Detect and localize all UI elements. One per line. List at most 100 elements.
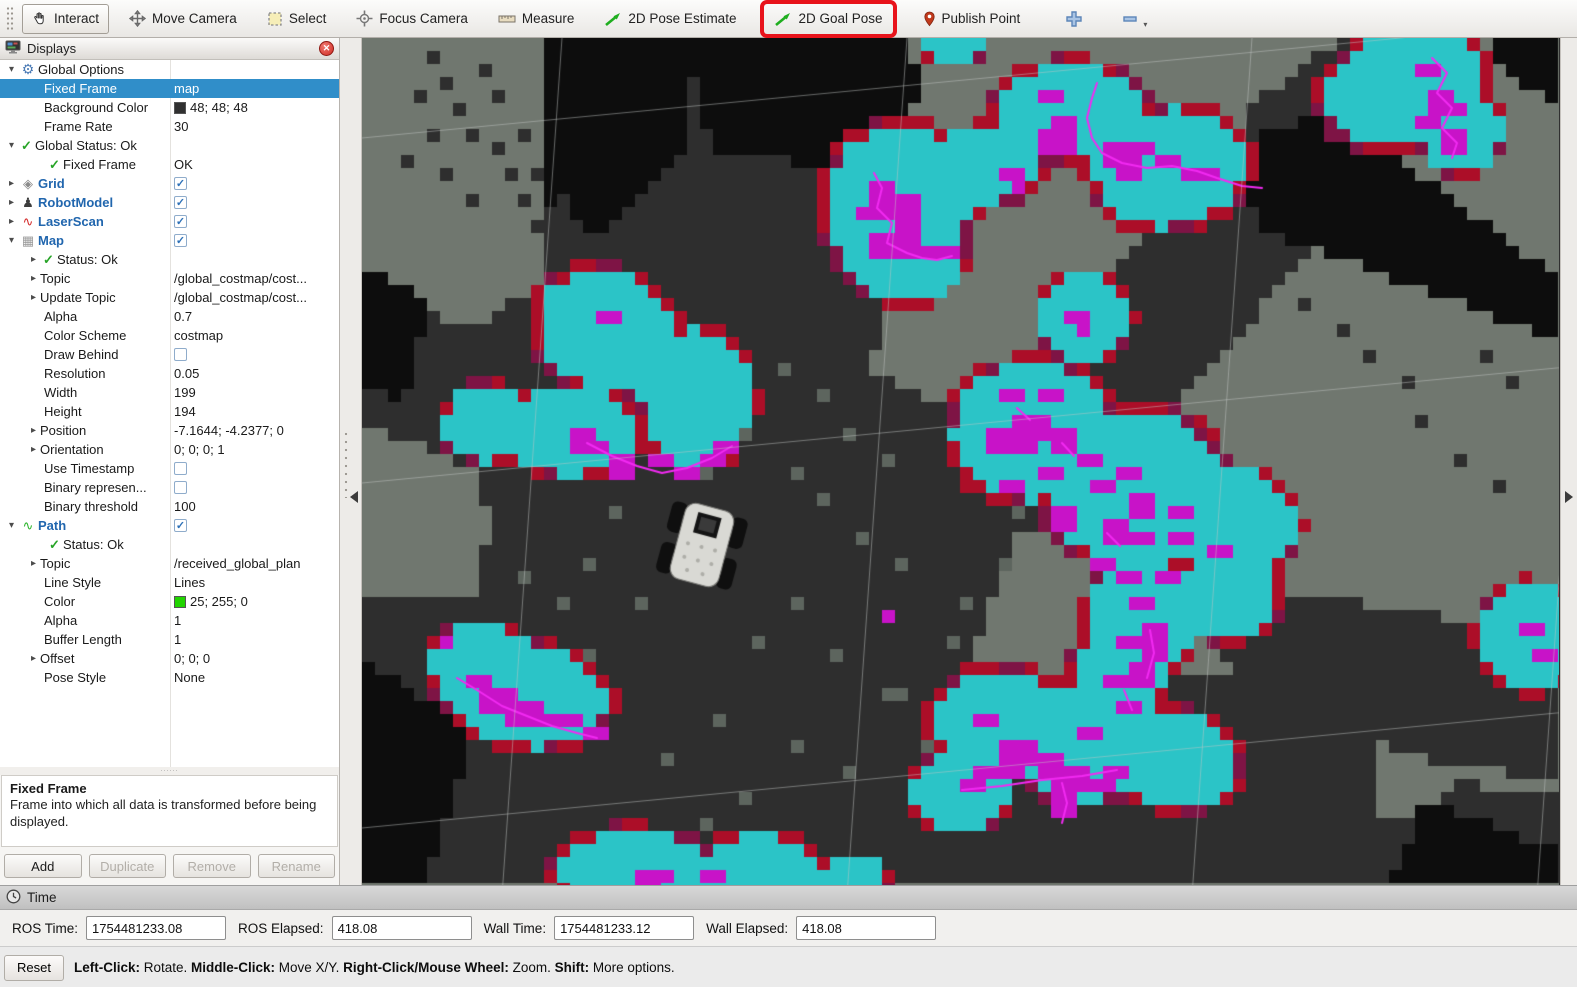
expander-right-icon[interactable]: ▸ <box>27 288 40 307</box>
expander-right-icon[interactable]: ▸ <box>5 174 18 193</box>
tree-row-draw-behind[interactable]: Draw Behind <box>0 345 339 364</box>
tree-row-binary-represen-[interactable]: Binary represen... <box>0 478 339 497</box>
tree-cell-value[interactable]: 100 <box>170 497 339 516</box>
expander-down-icon[interactable]: ▾ <box>5 60 18 79</box>
tree-row-global-status-ok[interactable]: ▾✓Global Status: Ok <box>0 136 339 155</box>
tree-row-status-ok[interactable]: ✓Status: Ok <box>0 535 339 554</box>
tree-row-status-ok[interactable]: ▸✓Status: Ok <box>0 250 339 269</box>
tree-cell-value[interactable]: 0.7 <box>170 307 339 326</box>
enabled-checkbox[interactable]: ✓ <box>174 177 187 190</box>
tree-cell-value[interactable]: /global_costmap/cost... <box>170 269 339 288</box>
tree-row-position[interactable]: ▸Position-7.1644; -4.2377; 0 <box>0 421 339 440</box>
tree-cell-value[interactable]: 0; 0; 0 <box>170 649 339 668</box>
wall-elapsed-input[interactable] <box>796 916 936 940</box>
enabled-checkbox[interactable] <box>174 481 187 494</box>
color-swatch[interactable] <box>174 596 186 608</box>
tree-row-topic[interactable]: ▸Topic/global_costmap/cost... <box>0 269 339 288</box>
enabled-checkbox[interactable]: ✓ <box>174 234 187 247</box>
expander-right-icon[interactable]: ▸ <box>27 554 40 573</box>
right-splitter[interactable] <box>1560 38 1577 885</box>
tree-cell-value[interactable]: 194 <box>170 402 339 421</box>
tree-cell-value[interactable]: Lines <box>170 573 339 592</box>
enabled-checkbox[interactable] <box>174 348 187 361</box>
plus-tool-button[interactable] <box>1058 4 1090 34</box>
tree-cell-value[interactable]: ✓ <box>170 174 339 193</box>
expander-right-icon[interactable]: ▸ <box>27 421 40 440</box>
tree-cell-value[interactable] <box>170 345 339 364</box>
displays-panel-header[interactable]: Displays ✕ <box>0 38 339 60</box>
expander-down-icon[interactable]: ▾ <box>5 231 18 250</box>
tool-interact[interactable]: Interact <box>22 4 109 34</box>
wall-time-input[interactable] <box>554 916 694 940</box>
tool-publish-point[interactable]: Publish Point <box>913 4 1031 34</box>
expander-right-icon[interactable]: ▸ <box>27 649 40 668</box>
expander-right-icon[interactable]: ▸ <box>5 193 18 212</box>
costmap-3d-view[interactable] <box>362 38 1559 885</box>
left-splitter[interactable] <box>340 38 362 885</box>
render-viewport[interactable] <box>362 38 1560 885</box>
tree-cell-value[interactable]: ✓ <box>170 212 339 231</box>
ros-elapsed-input[interactable] <box>332 916 472 940</box>
tree-cell-value[interactable]: 30 <box>170 117 339 136</box>
tree-cell-value[interactable]: /received_global_plan <box>170 554 339 573</box>
enabled-checkbox[interactable]: ✓ <box>174 519 187 532</box>
tree-row-line-style[interactable]: Line StyleLines <box>0 573 339 592</box>
tree-cell-value[interactable]: ✓ <box>170 193 339 212</box>
tree-row-update-topic[interactable]: ▸Update Topic/global_costmap/cost... <box>0 288 339 307</box>
caret-down-icon[interactable]: ▾ <box>1143 20 1147 29</box>
tree-cell-value[interactable]: ✓ <box>170 231 339 250</box>
tree-row-resolution[interactable]: Resolution0.05 <box>0 364 339 383</box>
tree-row-robotmodel[interactable]: ▸♟RobotModel✓ <box>0 193 339 212</box>
tool-move-camera[interactable]: Move Camera <box>119 4 247 34</box>
tree-row-height[interactable]: Height194 <box>0 402 339 421</box>
enabled-checkbox[interactable] <box>174 462 187 475</box>
tree-cell-value[interactable]: 199 <box>170 383 339 402</box>
tree-row-offset[interactable]: ▸Offset0; 0; 0 <box>0 649 339 668</box>
tool-focus-camera[interactable]: Focus Camera <box>346 4 478 34</box>
tree-row-binary-threshold[interactable]: Binary threshold100 <box>0 497 339 516</box>
tree-row-background-color[interactable]: Background Color48; 48; 48 <box>0 98 339 117</box>
tree-row-grid[interactable]: ▸◈Grid✓ <box>0 174 339 193</box>
tree-row-map[interactable]: ▾▦Map✓ <box>0 231 339 250</box>
reset-button[interactable]: Reset <box>4 955 64 981</box>
tree-cell-value[interactable]: 48; 48; 48 <box>170 98 339 117</box>
tree-row-width[interactable]: Width199 <box>0 383 339 402</box>
tree-row-global-options[interactable]: ▾⚙Global Options <box>0 60 339 79</box>
expander-right-icon[interactable]: ▸ <box>27 440 40 459</box>
tree-row-color[interactable]: Color25; 255; 0 <box>0 592 339 611</box>
tool-2d-goal-pose[interactable]: 2D Goal Pose <box>764 4 892 34</box>
tree-cell-value[interactable]: None <box>170 668 339 687</box>
tree-cell-value[interactable] <box>170 459 339 478</box>
tree-cell-value[interactable]: ✓ <box>170 516 339 535</box>
tree-cell-value[interactable]: 1 <box>170 630 339 649</box>
toolbar-grip[interactable] <box>6 6 14 32</box>
expander-down-icon[interactable]: ▾ <box>5 136 18 155</box>
minus-tool-button[interactable]: ▾ <box>1114 4 1154 34</box>
tree-row-color-scheme[interactable]: Color Schemecostmap <box>0 326 339 345</box>
tree-row-laserscan[interactable]: ▸∿LaserScan✓ <box>0 212 339 231</box>
tree-cell-value[interactable]: 25; 255; 0 <box>170 592 339 611</box>
color-swatch[interactable] <box>174 102 186 114</box>
collapse-left-icon[interactable] <box>350 491 358 503</box>
tool-2d-pose-estimate[interactable]: 2D Pose Estimate <box>594 4 746 34</box>
tool-select[interactable]: Select <box>257 4 337 34</box>
tree-row-alpha[interactable]: Alpha0.7 <box>0 307 339 326</box>
tree-row-pose-style[interactable]: Pose StyleNone <box>0 668 339 687</box>
tree-row-frame-rate[interactable]: Frame Rate30 <box>0 117 339 136</box>
tree-row-buffer-length[interactable]: Buffer Length1 <box>0 630 339 649</box>
tree-cell-value[interactable]: costmap <box>170 326 339 345</box>
expander-right-icon[interactable]: ▸ <box>5 212 18 231</box>
tree-row-alpha[interactable]: Alpha1 <box>0 611 339 630</box>
tree-cell-value[interactable] <box>170 478 339 497</box>
tree-row-orientation[interactable]: ▸Orientation0; 0; 0; 1 <box>0 440 339 459</box>
expander-down-icon[interactable]: ▾ <box>5 516 18 535</box>
tree-row-use-timestamp[interactable]: Use Timestamp <box>0 459 339 478</box>
tree-cell-value[interactable]: map <box>170 79 339 98</box>
tree-splitter-handle[interactable]: ...... <box>0 767 339 775</box>
tool-measure[interactable]: Measure <box>488 4 585 34</box>
close-icon[interactable]: ✕ <box>319 41 334 56</box>
expander-right-icon[interactable]: ▸ <box>27 269 40 288</box>
enabled-checkbox[interactable]: ✓ <box>174 196 187 209</box>
tree-row-topic[interactable]: ▸Topic/received_global_plan <box>0 554 339 573</box>
enabled-checkbox[interactable]: ✓ <box>174 215 187 228</box>
